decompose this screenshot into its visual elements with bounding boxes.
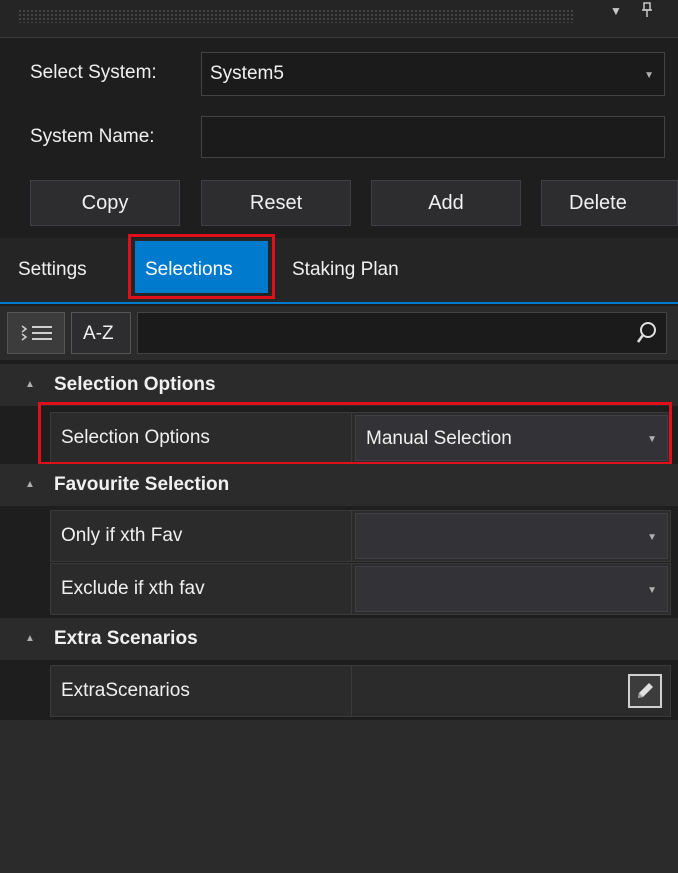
- property-name: Exclude if xth fav: [61, 578, 205, 599]
- chevron-down-icon: ▼: [647, 532, 657, 543]
- property-name: ExtraScenarios: [61, 680, 190, 701]
- delete-button-label: Delete: [569, 191, 627, 214]
- pencil-icon: [634, 680, 656, 707]
- category-title: Favourite Selection: [54, 474, 230, 495]
- select-system-label: Select System:: [30, 62, 157, 83]
- categorized-icon: [20, 323, 54, 348]
- chevron-down-icon: ▼: [647, 585, 657, 596]
- category-selection-options[interactable]: ▲ Selection Options: [0, 364, 678, 406]
- tab-settings[interactable]: Settings: [18, 259, 87, 281]
- category-extra-scenarios[interactable]: ▲ Extra Scenarios: [0, 618, 678, 660]
- property-row-only-if-xth-fav: Only if xth Fav ▼: [50, 510, 671, 562]
- reset-button-label: Reset: [249, 191, 303, 214]
- property-grid-empty-area: [0, 720, 678, 873]
- collapse-triangle-icon[interactable]: ▲: [25, 633, 35, 644]
- property-row-extrascenarios: ExtraScenarios: [50, 665, 671, 717]
- property-value-dropdown[interactable]: ▼: [353, 511, 670, 561]
- property-name: Only if xth Fav: [61, 525, 183, 546]
- dropdown-box[interactable]: ▼: [355, 513, 668, 559]
- drag-grip[interactable]: [18, 9, 574, 23]
- system-name-input[interactable]: [201, 116, 665, 158]
- panel-title-bar: ▼: [0, 0, 678, 38]
- reset-button[interactable]: Reset: [201, 180, 351, 226]
- category-title: Extra Scenarios: [54, 628, 198, 649]
- select-system-dropdown[interactable]: System5 ▼: [201, 52, 665, 96]
- property-row-exclude-if-xth-fav: Exclude if xth fav ▼: [50, 563, 671, 615]
- tab-staking-plan[interactable]: Staking Plan: [292, 259, 399, 281]
- copy-button-label: Copy: [81, 191, 129, 214]
- highlight-box-selections-tab: [128, 234, 275, 299]
- collapse-triangle-icon[interactable]: ▲: [25, 479, 35, 490]
- category-favourite-selection[interactable]: ▲ Favourite Selection: [0, 464, 678, 506]
- panel-menu-dropdown-icon[interactable]: ▼: [610, 4, 622, 18]
- property-value-editor: [353, 666, 670, 716]
- search-icon[interactable]: [636, 321, 658, 350]
- add-button-label: Add: [428, 191, 464, 214]
- add-button[interactable]: Add: [371, 180, 521, 226]
- categorized-view-button[interactable]: [7, 312, 65, 354]
- select-system-value: System5: [210, 63, 284, 84]
- category-title: Selection Options: [54, 374, 216, 395]
- property-name-cell: Exclude if xth fav: [51, 564, 352, 614]
- property-name-cell: ExtraScenarios: [51, 666, 352, 716]
- copy-button[interactable]: Copy: [30, 180, 180, 226]
- delete-button[interactable]: Delete: [541, 180, 678, 226]
- highlight-box-selection-options-row: [38, 402, 672, 465]
- property-search-input[interactable]: [137, 312, 667, 354]
- dropdown-box[interactable]: ▼: [355, 566, 668, 612]
- chevron-down-icon: ▼: [644, 70, 654, 81]
- pin-icon[interactable]: [640, 2, 654, 21]
- property-value-dropdown[interactable]: ▼: [353, 564, 670, 614]
- edit-collection-button[interactable]: [628, 674, 662, 708]
- property-name-cell: Only if xth Fav: [51, 511, 352, 561]
- system-name-label: System Name:: [30, 126, 155, 147]
- sort-az-label: A-Z: [83, 323, 114, 344]
- alphabetical-sort-button[interactable]: A-Z: [71, 312, 131, 354]
- collapse-triangle-icon[interactable]: ▲: [25, 379, 35, 390]
